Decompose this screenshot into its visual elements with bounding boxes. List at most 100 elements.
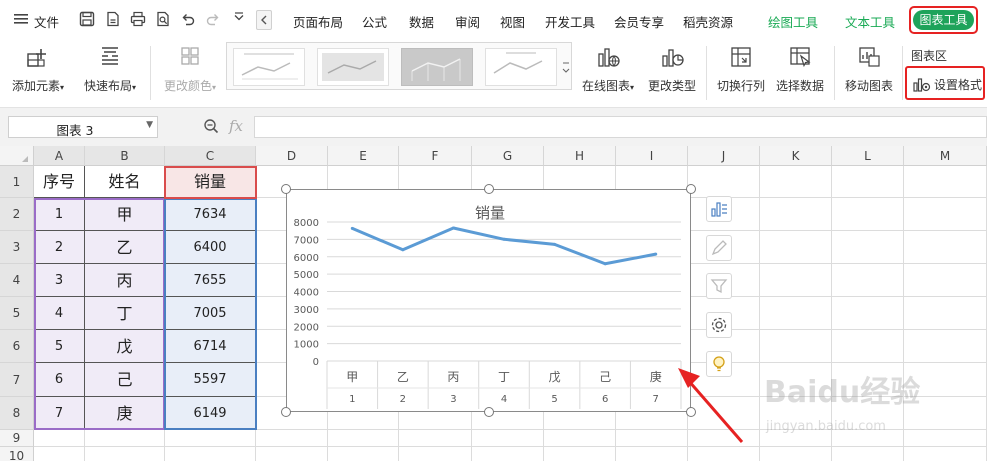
data-cell[interactable]: 戊 <box>85 330 165 363</box>
cell[interactable] <box>544 430 616 447</box>
cell[interactable] <box>904 166 987 198</box>
add-element-button[interactable]: 添加元素▾ <box>10 44 66 94</box>
online-chart-button[interactable]: 在线图表▾ <box>578 44 638 94</box>
redo-icon[interactable] <box>204 11 222 29</box>
cell[interactable] <box>904 330 987 363</box>
data-cell[interactable]: 5597 <box>165 363 256 397</box>
cell[interactable] <box>544 447 616 461</box>
change-type-button[interactable]: 更改类型 <box>644 44 700 94</box>
row-header[interactable]: 8 <box>0 397 34 430</box>
data-cell[interactable]: 7634 <box>165 198 256 231</box>
tab-drawing-tools[interactable]: 绘图工具 <box>768 12 818 31</box>
resize-handle-top-right[interactable] <box>686 184 696 194</box>
header-cell[interactable]: 序号 <box>34 166 85 198</box>
move-chart-button[interactable]: 移动图表 <box>840 44 898 94</box>
data-cell[interactable]: 5 <box>34 330 85 363</box>
data-cell[interactable]: 6714 <box>165 330 256 363</box>
chevron-down-icon[interactable]: ▼ <box>146 120 153 130</box>
cell[interactable] <box>165 447 256 461</box>
column-header[interactable]: J <box>688 146 760 166</box>
cell[interactable] <box>760 330 832 363</box>
chart-filter-button[interactable] <box>706 273 732 299</box>
quick-layout-button[interactable]: 快速布局▾ <box>80 44 140 94</box>
chart-elements-button[interactable] <box>706 196 732 222</box>
chart-style-button[interactable] <box>706 235 732 261</box>
cell[interactable] <box>328 430 399 447</box>
cell[interactable] <box>904 264 987 297</box>
cell[interactable] <box>832 198 904 231</box>
cell[interactable] <box>832 231 904 264</box>
name-box[interactable]: 图表 3 ▼ <box>8 116 158 138</box>
scroll-left-button[interactable] <box>256 10 272 30</box>
tab-review[interactable]: 审阅 <box>455 12 480 31</box>
column-header[interactable]: G <box>472 146 544 166</box>
data-cell[interactable]: 1 <box>34 198 85 231</box>
cell[interactable] <box>472 430 544 447</box>
tab-formulas[interactable]: 公式 <box>362 12 387 31</box>
cell[interactable] <box>760 166 832 198</box>
cell[interactable] <box>34 447 85 461</box>
data-cell[interactable]: 6 <box>34 363 85 397</box>
zoom-icon[interactable] <box>203 118 221 139</box>
quick-access-dropdown-icon[interactable] <box>230 11 248 29</box>
cell[interactable] <box>760 198 832 231</box>
resize-handle-top-left[interactable] <box>281 184 291 194</box>
select-data-button[interactable]: 选择数据 <box>772 44 828 94</box>
file-menu[interactable]: 文件 <box>34 12 59 31</box>
column-header[interactable]: A <box>34 146 85 166</box>
column-header[interactable]: M <box>904 146 987 166</box>
data-cell[interactable]: 3 <box>34 264 85 297</box>
change-color-button[interactable]: 更改颜色▾ <box>158 44 222 94</box>
chart-style-thumb[interactable] <box>485 48 557 86</box>
row-header[interactable]: 10 <box>0 447 34 461</box>
data-cell[interactable]: 乙 <box>85 231 165 264</box>
cell[interactable] <box>760 264 832 297</box>
data-cell[interactable]: 甲 <box>85 198 165 231</box>
column-header[interactable]: L <box>832 146 904 166</box>
chart-area-selector[interactable]: 图表区 <box>911 47 947 64</box>
cell[interactable] <box>832 166 904 198</box>
data-cell[interactable]: 丁 <box>85 297 165 330</box>
select-all-corner[interactable] <box>0 146 34 166</box>
cell[interactable] <box>165 430 256 447</box>
hamburger-menu-icon[interactable] <box>14 12 28 29</box>
cell[interactable] <box>760 231 832 264</box>
cell[interactable] <box>904 447 987 461</box>
column-header[interactable]: E <box>328 146 399 166</box>
cell[interactable] <box>399 430 472 447</box>
column-header[interactable]: F <box>399 146 472 166</box>
cell[interactable] <box>85 447 165 461</box>
gallery-more-icon[interactable] <box>561 57 571 79</box>
data-cell[interactable]: 7655 <box>165 264 256 297</box>
resize-handle-bottom[interactable] <box>484 407 494 417</box>
column-header[interactable]: D <box>256 146 328 166</box>
data-cell[interactable]: 6149 <box>165 397 256 430</box>
cell[interactable] <box>832 264 904 297</box>
column-header[interactable]: K <box>760 146 832 166</box>
data-cell[interactable]: 4 <box>34 297 85 330</box>
tab-docer-resources[interactable]: 稻壳资源 <box>683 12 733 31</box>
cell[interactable] <box>760 447 832 461</box>
data-cell[interactable]: 丙 <box>85 264 165 297</box>
column-header[interactable]: C <box>165 146 256 166</box>
tab-page-layout[interactable]: 页面布局 <box>293 12 343 31</box>
cell[interactable] <box>85 430 165 447</box>
resize-handle-bottom-left[interactable] <box>281 407 291 417</box>
row-header[interactable]: 3 <box>0 231 34 264</box>
cell[interactable] <box>256 447 328 461</box>
data-cell[interactable]: 2 <box>34 231 85 264</box>
row-header[interactable]: 6 <box>0 330 34 363</box>
chart-style-thumb[interactable] <box>233 48 305 86</box>
export-pdf-icon[interactable] <box>104 11 122 29</box>
chart-settings-button[interactable] <box>706 312 732 338</box>
row-header[interactable]: 7 <box>0 363 34 397</box>
header-cell[interactable]: 姓名 <box>85 166 165 198</box>
row-header[interactable]: 5 <box>0 297 34 330</box>
row-header[interactable]: 9 <box>0 430 34 447</box>
cell[interactable] <box>399 447 472 461</box>
row-header[interactable]: 4 <box>0 264 34 297</box>
cell[interactable] <box>34 430 85 447</box>
tab-chart-tools[interactable]: 图表工具 <box>909 6 978 34</box>
set-format-button[interactable]: 设置格式 <box>905 66 985 100</box>
cell[interactable] <box>832 330 904 363</box>
